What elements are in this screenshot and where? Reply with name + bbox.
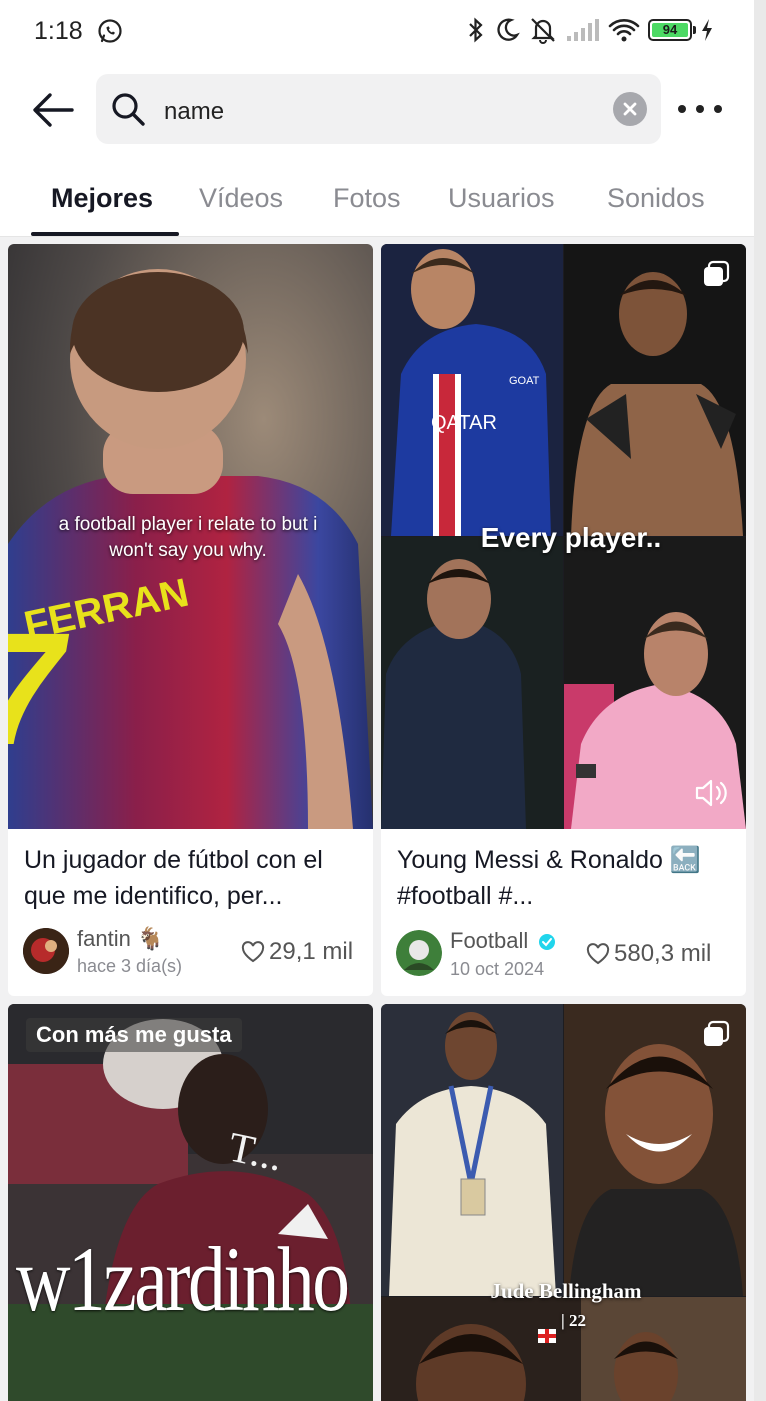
app-screen: 1:18 94 name Mejores Vídeos Fotos Usuari… — [0, 0, 754, 1401]
result-card[interactable]: Jude Bellingham | 22 — [381, 1004, 746, 1401]
signal-icon — [567, 19, 599, 41]
battery-icon: 94 — [648, 19, 696, 41]
status-bar: 1:18 94 — [0, 0, 754, 64]
result-tabs: Mejores Vídeos Fotos Usuarios Sonidos — [0, 165, 754, 237]
wifi-icon — [608, 19, 640, 42]
thumbnail-overlay-text: a football player i relate to but i won'… — [58, 514, 318, 561]
post-caption: Un jugador de fútbol con el que me ident… — [24, 846, 323, 910]
tab-sonidos[interactable]: Sonidos — [607, 183, 705, 214]
verified-icon — [539, 934, 556, 951]
thumbnail-image — [381, 1004, 746, 1401]
more-options-button[interactable] — [678, 94, 722, 124]
whatsapp-icon — [98, 19, 122, 43]
svg-text:GOAT: GOAT — [509, 375, 540, 387]
author-name[interactable]: Football — [450, 928, 556, 954]
status-time: 1:18 — [34, 17, 83, 45]
sound-icon[interactable] — [694, 777, 730, 809]
tab-mejores[interactable]: Mejores — [51, 183, 153, 214]
heart-icon — [586, 943, 610, 965]
active-tab-indicator — [31, 232, 179, 236]
author-name[interactable]: fantin 🐐 — [77, 926, 164, 952]
tab-videos[interactable]: Vídeos — [199, 183, 283, 214]
status-icons: 94 — [466, 16, 714, 44]
result-card[interactable]: 7 FERRAN a football player i relate to b… — [8, 244, 373, 996]
moon-icon — [497, 18, 520, 41]
thumbnail-overlay-subtext: | 22 — [561, 1311, 586, 1330]
carousel-icon — [704, 260, 730, 286]
bluetooth-icon — [469, 17, 483, 43]
like-count: 29,1 mil — [241, 938, 353, 966]
carousel-icon — [704, 1020, 730, 1046]
like-count: 580,3 mil — [586, 940, 711, 968]
charging-icon — [702, 19, 712, 41]
result-card[interactable]: T... Con más me gusta w1zardinho — [8, 1004, 373, 1401]
heart-icon — [241, 941, 265, 963]
thumbnail-overlay-text: Jude Bellingham — [490, 1279, 642, 1303]
post-date: hace 3 día(s) — [77, 956, 183, 976]
thumbnail-overlay-text: w1zardinho — [16, 1228, 350, 1330]
close-icon — [623, 102, 637, 116]
tab-usuarios[interactable]: Usuarios — [448, 183, 555, 214]
svg-text:QATAR: QATAR — [431, 412, 497, 434]
top-liked-badge: Con más me gusta — [26, 1018, 242, 1052]
result-card[interactable]: QATAR GOAT Every player.. Young Messi & … — [381, 244, 746, 996]
search-icon — [112, 93, 145, 126]
thumbnail-image: T... — [8, 1004, 373, 1401]
clear-search-button[interactable] — [613, 92, 647, 126]
post-date: 10 oct 2024 — [450, 959, 545, 979]
photo-thumbnail[interactable]: Jude Bellingham | 22 — [381, 1004, 746, 1401]
scroll-edge — [754, 0, 766, 1401]
tab-fotos[interactable]: Fotos — [333, 183, 401, 214]
search-query[interactable]: name — [164, 98, 224, 126]
search-input[interactable]: name — [96, 74, 661, 144]
video-thumbnail[interactable]: T... Con más me gusta w1zardinho — [8, 1004, 373, 1401]
thumbnail-overlay-text: Every player.. — [480, 522, 662, 553]
avatar[interactable] — [396, 930, 442, 976]
video-thumbnail[interactable]: 7 FERRAN a football player i relate to b… — [8, 244, 373, 829]
bell-muted-icon — [531, 18, 555, 44]
photo-thumbnail[interactable]: QATAR GOAT Every player.. — [381, 244, 746, 829]
post-caption: Young Messi & Ronaldo 🔙 #football #... — [397, 846, 701, 910]
avatar[interactable] — [23, 928, 69, 974]
back-arrow-icon[interactable] — [30, 88, 76, 132]
